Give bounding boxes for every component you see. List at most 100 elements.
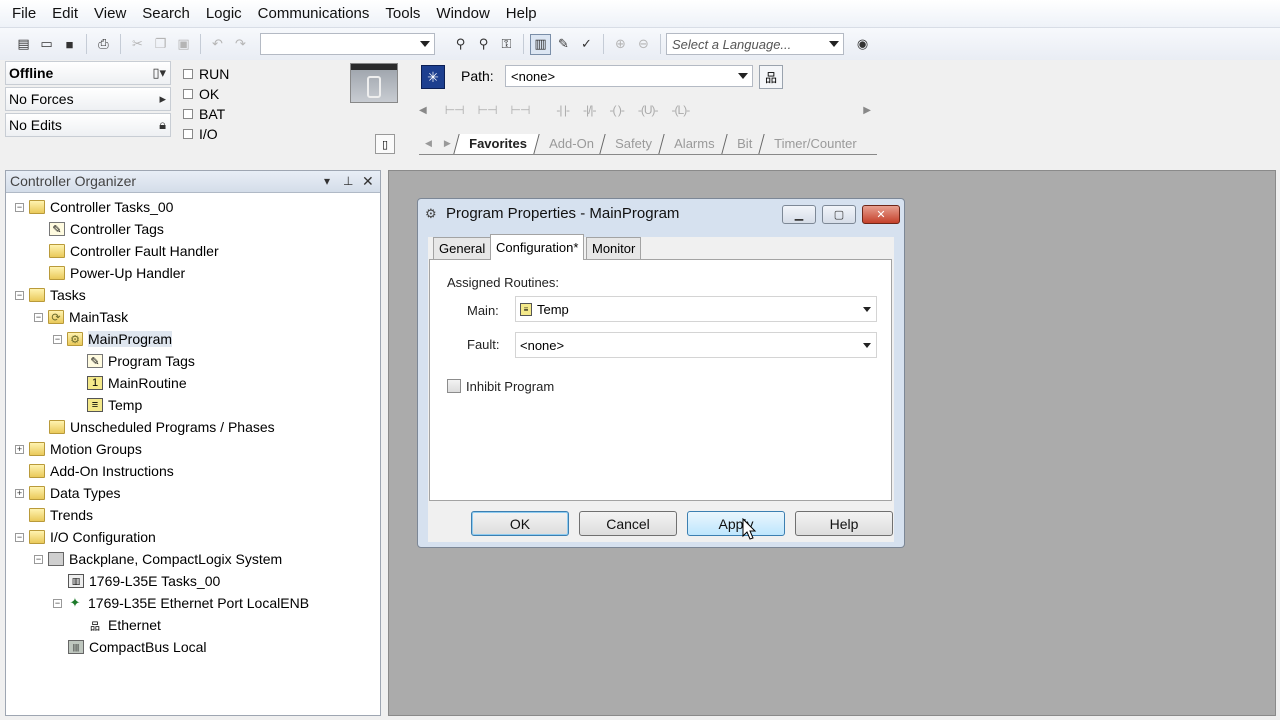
- tree-item-tasks[interactable]: − Tasks: [15, 284, 86, 306]
- collapse-icon[interactable]: −: [34, 554, 43, 564]
- tree-item-mainprogram[interactable]: − ⚙ MainProgram: [53, 328, 173, 350]
- controller-properties-button[interactable]: ▯: [375, 134, 395, 154]
- collapse-icon[interactable]: −: [15, 290, 24, 300]
- tree-item-backplane[interactable]: − Backplane, CompactLogix System: [34, 548, 282, 570]
- branch-level-icon[interactable]: ⊢⊣: [511, 103, 531, 117]
- status-edits[interactable]: No Edits 🔒︎: [5, 113, 171, 137]
- collapse-icon[interactable]: −: [15, 532, 24, 542]
- redo-icon[interactable]: ↷: [230, 34, 251, 55]
- globe-icon[interactable]: ◉: [852, 34, 873, 55]
- new-file-icon[interactable]: ▤: [13, 34, 34, 55]
- tree-item-controller[interactable]: − Controller Tasks_00: [15, 196, 173, 218]
- tab-favorites[interactable]: Favorites: [453, 134, 540, 154]
- menu-window[interactable]: Window: [428, 0, 497, 28]
- xio-icon[interactable]: -|/|-: [583, 103, 597, 117]
- tree-item-ethernet[interactable]: 品 Ethernet: [87, 614, 161, 636]
- menu-search[interactable]: Search: [134, 0, 198, 28]
- tree-item-unscheduled[interactable]: Unscheduled Programs / Phases: [49, 416, 275, 438]
- xic-icon[interactable]: -| |-: [556, 103, 570, 117]
- find-icon[interactable]: ⚲: [450, 34, 471, 55]
- tab-add-on[interactable]: Add-On: [532, 134, 607, 154]
- scroll-right-icon[interactable]: ▶: [863, 105, 871, 116]
- ok-button[interactable]: OK: [471, 511, 569, 536]
- menu-communications[interactable]: Communications: [250, 0, 378, 28]
- tree-item-controller-tags[interactable]: ✎ Controller Tags: [49, 218, 164, 240]
- language-select[interactable]: Select a Language...: [666, 33, 844, 55]
- tree-item-trends[interactable]: Trends: [29, 504, 93, 526]
- tab-safety[interactable]: Safety: [599, 134, 666, 154]
- tab-general[interactable]: General: [433, 237, 492, 259]
- tree-item-maintask[interactable]: − ⟳ MainTask: [34, 306, 128, 328]
- collapse-icon[interactable]: −: [53, 334, 62, 344]
- tab-configuration[interactable]: Configuration*: [490, 234, 585, 260]
- tab-monitor[interactable]: Monitor: [586, 237, 642, 259]
- verify-icon[interactable]: ✎: [553, 34, 574, 55]
- collapse-icon[interactable]: −: [53, 598, 62, 608]
- menu-edit[interactable]: Edit: [44, 0, 86, 28]
- tree-item-motion-groups[interactable]: + Motion Groups: [15, 438, 142, 460]
- cut-icon[interactable]: ✂: [127, 34, 148, 55]
- tree-item-fault-handler[interactable]: Controller Fault Handler: [49, 240, 219, 262]
- paste-icon[interactable]: ▣: [173, 34, 194, 55]
- menu-logic[interactable]: Logic: [198, 0, 250, 28]
- tab-scroll-left-icon[interactable]: ◀: [419, 138, 438, 154]
- save-icon[interactable]: ■: [59, 34, 80, 55]
- branch-icon[interactable]: ⊢⊣: [478, 103, 498, 117]
- tree-item-ethernet-port[interactable]: − ✦ 1769-L35E Ethernet Port LocalENB: [53, 592, 309, 614]
- network-path-icon[interactable]: ✳: [421, 65, 445, 89]
- status-mode[interactable]: Offline ▯▾: [5, 61, 171, 85]
- otl-icon[interactable]: -(L)-: [672, 103, 691, 117]
- collapse-icon[interactable]: −: [15, 202, 24, 212]
- zoom-out-icon[interactable]: ⊖: [633, 34, 654, 55]
- expand-icon[interactable]: +: [15, 444, 24, 454]
- copy-icon[interactable]: ❐: [150, 34, 171, 55]
- tree-item-mainroutine[interactable]: 1 MainRoutine: [87, 372, 187, 394]
- cancel-button[interactable]: Cancel: [579, 511, 677, 536]
- expand-icon[interactable]: +: [15, 488, 24, 498]
- chevron-down-icon[interactable]: ▾: [324, 171, 330, 192]
- close-icon[interactable]: ✕: [362, 171, 374, 192]
- tab-timer-counter[interactable]: Timer/Counter: [758, 134, 870, 154]
- minimize-button[interactable]: ▁: [782, 205, 816, 224]
- close-button[interactable]: ✕: [862, 205, 900, 224]
- ote-icon[interactable]: -( )-: [610, 103, 625, 117]
- tree-item-io-configuration[interactable]: − I/O Configuration: [15, 526, 156, 548]
- help-button[interactable]: Help: [795, 511, 893, 536]
- menu-file[interactable]: File: [4, 0, 44, 28]
- zoom-in-icon[interactable]: ⊕: [610, 34, 631, 55]
- menu-help[interactable]: Help: [498, 0, 545, 28]
- folder-open-icon: [29, 200, 45, 214]
- otu-icon[interactable]: -(U)-: [638, 103, 659, 117]
- organizer-toggle-icon[interactable]: ▥: [530, 33, 551, 55]
- find-next-icon[interactable]: ⚲: [473, 34, 494, 55]
- apply-button[interactable]: Apply: [687, 511, 785, 536]
- tree-item-temp[interactable]: ≡ Temp: [87, 394, 142, 416]
- tree-item-powerup-handler[interactable]: Power-Up Handler: [49, 262, 185, 284]
- scroll-left-icon[interactable]: ◀: [419, 105, 427, 116]
- menu-tools[interactable]: Tools: [377, 0, 428, 28]
- verify-controller-icon[interactable]: ✓: [576, 34, 597, 55]
- tab-alarms[interactable]: Alarms: [658, 134, 728, 154]
- tree-item-data-types[interactable]: + Data Types: [15, 482, 121, 504]
- menu-view[interactable]: View: [86, 0, 134, 28]
- print-icon[interactable]: ⎙: [93, 34, 114, 55]
- fault-routine-select[interactable]: <none>: [515, 332, 877, 358]
- open-folder-icon[interactable]: ▭: [36, 34, 57, 55]
- inhibit-program-checkbox[interactable]: [447, 379, 461, 393]
- undo-icon[interactable]: ↶: [207, 34, 228, 55]
- browse-logic-icon[interactable]: ⚿: [496, 34, 517, 55]
- collapse-icon[interactable]: −: [34, 312, 43, 322]
- led-indicator: [183, 69, 193, 79]
- search-combo[interactable]: [260, 33, 435, 55]
- tree-item-addon-instructions[interactable]: Add-On Instructions: [29, 460, 174, 482]
- who-active-icon[interactable]: 品: [759, 65, 783, 89]
- tree-item-program-tags[interactable]: ✎ Program Tags: [87, 350, 195, 372]
- tree-item-compactbus[interactable]: ||| CompactBus Local: [68, 636, 207, 658]
- tree-item-controller-module[interactable]: ▥ 1769-L35E Tasks_00: [68, 570, 220, 592]
- maximize-button[interactable]: ▢: [822, 205, 856, 224]
- pin-icon[interactable]: ⊥: [343, 171, 353, 192]
- path-select[interactable]: <none>: [505, 65, 753, 87]
- rung-icon[interactable]: ⊢⊣: [445, 103, 465, 117]
- status-forces[interactable]: No Forces ▸: [5, 87, 171, 111]
- main-routine-select[interactable]: ≡ Temp: [515, 296, 877, 322]
